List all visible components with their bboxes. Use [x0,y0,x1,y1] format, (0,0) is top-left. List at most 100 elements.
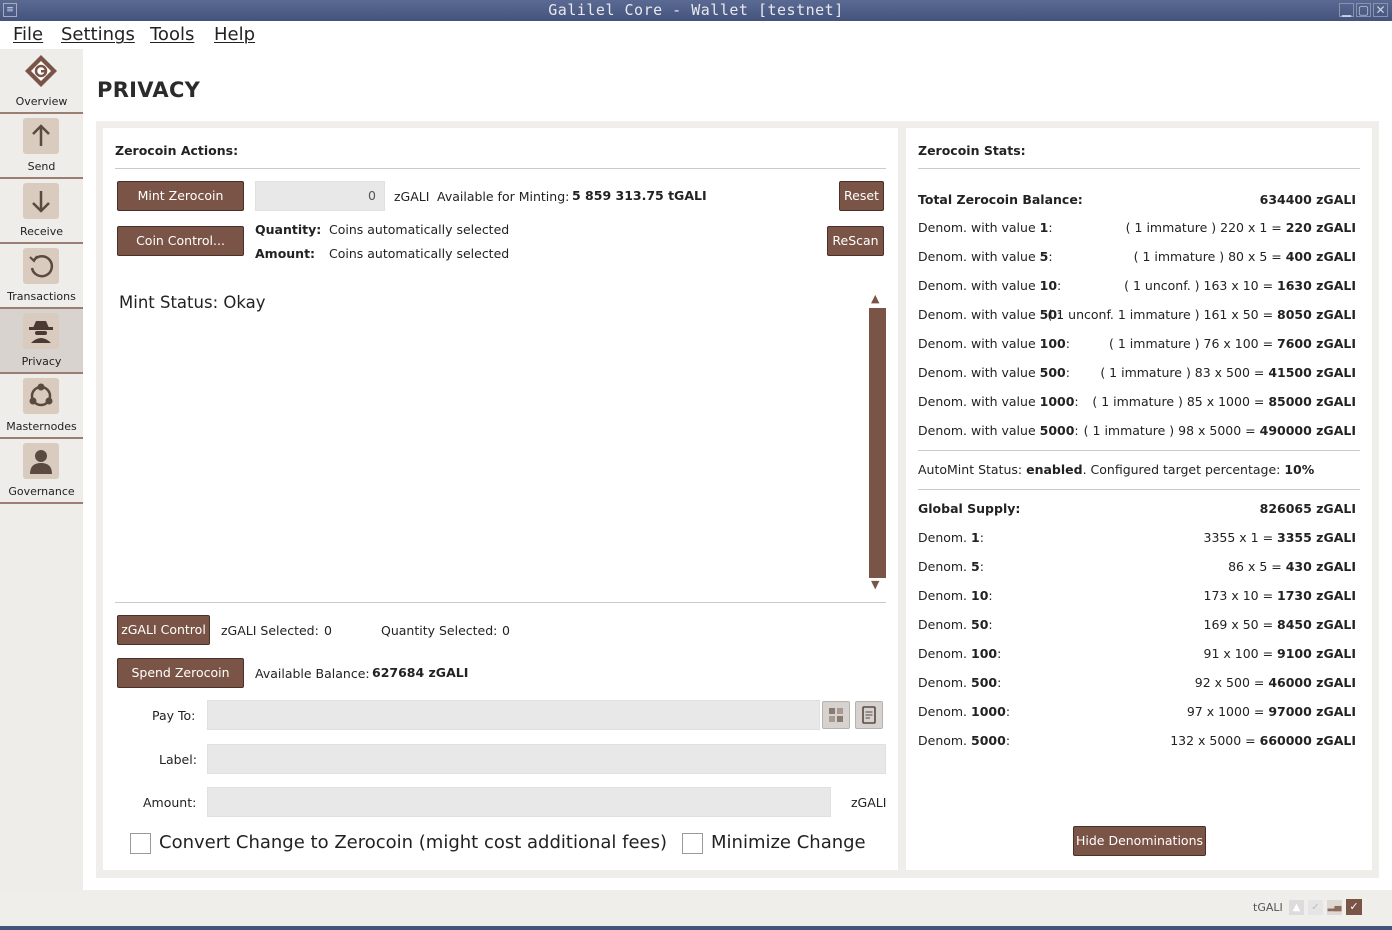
amount-value: Coins automatically selected [329,246,510,261]
supply-denom-row: Denom. 100: 91 x 100 = 9100 zGALI [918,646,1360,664]
supply-denom-label: Denom. 5: [918,559,984,574]
window-titlebar: ≡ Galilel Core - Wallet [testnet] ▁ ▢ ✕ [0,0,1392,21]
denom-detail: ( 1 immature ) 83 x 500 = 41500 zGALI [1100,365,1356,380]
rescan-button[interactable]: ReScan [827,226,884,256]
menu-bar: File Settings Tools Help [0,21,1392,49]
sidebar-item-privacy[interactable]: Privacy [0,309,83,374]
spy-icon [23,313,59,349]
supply-denom-row: Denom. 5000: 132 x 5000 = 660000 zGALI [918,733,1360,751]
convert-change-label: Convert Change to Zerocoin (might cost a… [159,832,668,853]
stats-header: Zerocoin Stats: [918,143,1026,158]
zgali-selected-value: 0 [324,623,332,638]
arrow-down-icon [23,183,59,219]
sidebar-item-masternodes[interactable]: Masternodes [0,374,83,439]
supply-denom-row: Denom. 1: 3355 x 1 = 3355 zGALI [918,530,1360,548]
paste-button[interactable] [855,701,883,729]
automint-status-row: AutoMint Status: enabled. Configured tar… [918,462,1360,480]
denom-row: Denom. with value 5: ( 1 immature ) 80 x … [918,249,1360,267]
available-minting-value: 5 859 313.75 tGALI [572,188,707,203]
denom-label: Denom. with value 500: [918,365,1070,380]
mint-status-text: Mint Status: Okay [119,293,266,312]
connections-icon: ▂▄ [1327,900,1342,915]
total-balance-label: Total Zerocoin Balance: [918,192,1083,207]
zerocoin-stats-card [906,128,1372,870]
user-icon [23,443,59,479]
page-title: PRIVACY [97,78,201,102]
mint-unit-label: zGALI [394,189,430,204]
address-book-button[interactable] [822,701,850,729]
supply-denom-row: Denom. 1000: 97 x 1000 = 97000 zGALI [918,704,1360,722]
total-balance-value: 634400 zGALI [1259,192,1356,207]
supply-denom-label: Denom. 1: [918,530,984,545]
sidebar-item-label: Send [27,160,56,173]
arrow-up-icon [23,118,59,154]
zgali-selected-label: zGALI Selected: [221,623,319,638]
supply-denom-row: Denom. 10: 173 x 10 = 1730 zGALI [918,588,1360,606]
unit-label[interactable]: tGALI [1253,901,1283,914]
minimize-change-label: Minimize Change [711,832,866,853]
supply-denom-label: Denom. 100: [918,646,1002,661]
sidebar-item-label: Receive [19,225,64,238]
window-bottom-border [0,926,1392,930]
pay-to-label: Pay To: [152,708,196,723]
amount-field-label: Amount: [143,795,197,810]
denom-detail: ( 1 immature ) 220 x 1 = 220 zGALI [1125,220,1356,235]
mint-amount-input[interactable]: 0 [255,181,385,211]
convert-change-checkbox[interactable] [130,833,151,854]
denom-label: Denom. with value 10: [918,278,1062,293]
hide-denominations-button[interactable]: Hide Denominations [1073,826,1206,856]
automint-status-text: AutoMint Status: enabled. Configured tar… [918,462,1315,477]
minimize-change-checkbox[interactable] [682,833,703,854]
divider [115,602,886,603]
quantity-label: Quantity: [255,222,322,237]
maximize-icon[interactable]: ▢ [1356,3,1371,17]
scrollbar-handle[interactable] [869,308,886,578]
close-icon[interactable]: ✕ [1373,3,1388,17]
amount-input[interactable] [207,787,831,817]
label-input[interactable] [207,744,886,774]
sidebar-item-label: Governance [8,485,75,498]
denom-label: Denom. with value 5: [918,249,1053,264]
mint-status-box: Mint Status: Okay [115,288,886,595]
sidebar-item-send[interactable]: Send [0,114,83,179]
menu-file[interactable]: File [13,24,43,45]
menu-tools[interactable]: Tools [150,24,194,45]
zgali-control-button[interactable]: zGALI Control [117,615,210,645]
mint-zerocoin-button[interactable]: Mint Zerocoin [117,181,244,211]
staking-icon: ▲ [1289,900,1304,915]
menu-settings[interactable]: Settings [61,24,135,45]
sidebar-item-transactions[interactable]: Transactions [0,244,83,309]
sidebar-item-receive[interactable]: Receive [0,179,83,244]
pay-to-input[interactable] [207,700,820,730]
sidebar-item-label: Transactions [7,290,76,303]
denom-label: Denom. with value 1: [918,220,1053,235]
coin-control-button[interactable]: Coin Control... [117,226,244,256]
supply-denom-detail: 86 x 5 = 430 zGALI [1228,559,1356,574]
scroll-up-icon[interactable]: ▲ [871,292,879,305]
spend-zerocoin-button[interactable]: Spend Zerocoin [117,658,244,688]
minimize-icon[interactable]: ▁ [1339,3,1354,17]
supply-denom-row: Denom. 500: 92 x 500 = 46000 zGALI [918,675,1360,693]
supply-denom-row: Denom. 5: 86 x 5 = 430 zGALI [918,559,1360,577]
synced-icon: ✓ [1346,899,1362,915]
sidebar-item-governance[interactable]: Governance [0,439,83,504]
reset-button[interactable]: Reset [839,181,884,211]
sidebar-item-overview[interactable]: Overview [0,49,83,114]
supply-denom-detail: 173 x 10 = 1730 zGALI [1203,588,1357,603]
galilel-logo-icon [23,53,59,89]
address-book-icon [829,708,843,722]
window-title: Galilel Core - Wallet [testnet] [548,1,844,19]
scroll-down-icon[interactable]: ▼ [871,578,879,591]
denom-label: Denom. with value 50: [918,307,1062,322]
supply-denom-detail: 97 x 1000 = 97000 zGALI [1186,704,1356,719]
supply-denom-label: Denom. 50: [918,617,993,632]
divider [918,168,1360,169]
denom-detail: ( 1 immature ) 98 x 5000 = 490000 zGALI [1083,423,1356,438]
global-supply-label: Global Supply: [918,501,1021,516]
network-icon [23,378,59,414]
denom-row: Denom. with value 1000: ( 1 immature ) 85… [918,394,1360,412]
denom-label: Denom. with value 100: [918,336,1070,351]
available-balance-label: Available Balance: [255,666,370,681]
menu-help[interactable]: Help [214,24,255,45]
quantity-value: Coins automatically selected [329,222,510,237]
